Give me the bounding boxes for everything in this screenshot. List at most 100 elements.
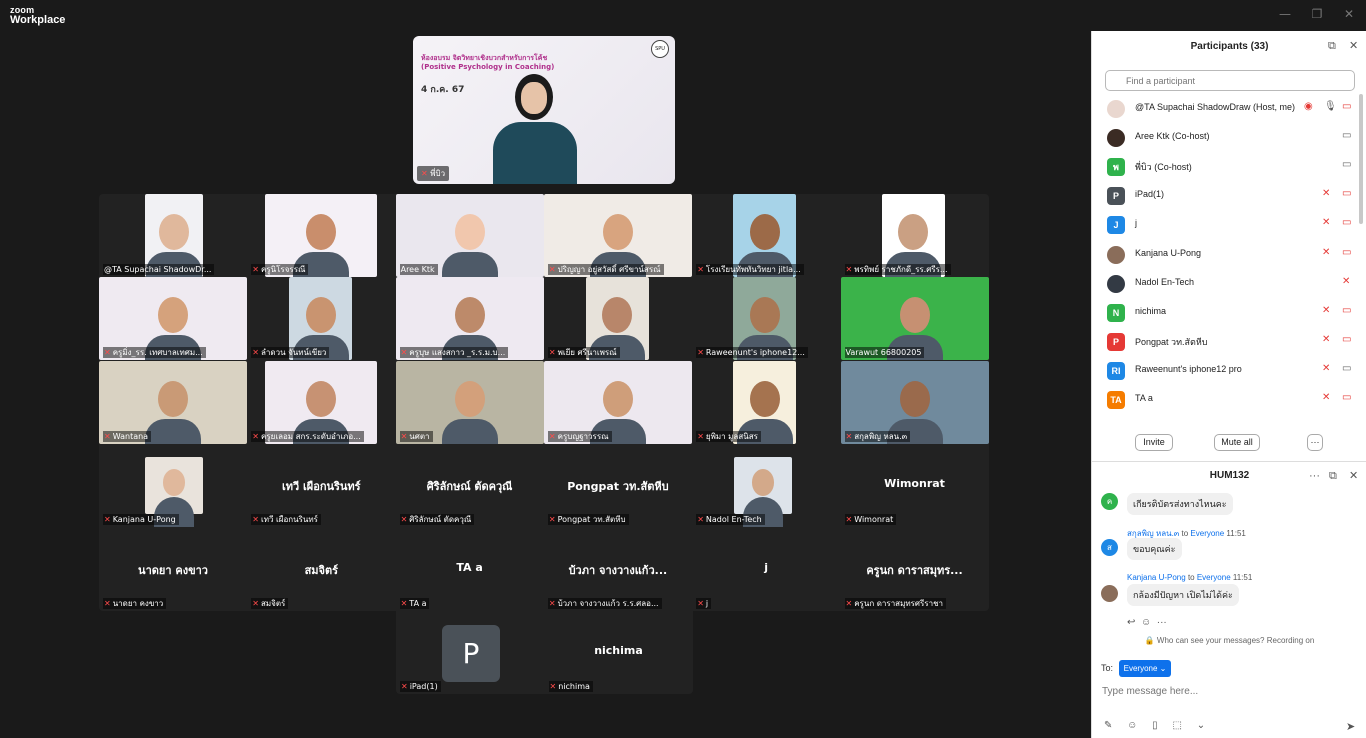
popout-icon[interactable]: ⧉ bbox=[1328, 31, 1336, 62]
recipient-name[interactable]: Everyone bbox=[1197, 573, 1231, 582]
video-tile[interactable]: สมจิตร์ ✕ สมจิตร์ bbox=[247, 528, 395, 611]
video-tile[interactable]: ✕ นศตา bbox=[395, 360, 544, 444]
participant-row[interactable]: PiPad(1) ✕ ▭ bbox=[1092, 181, 1366, 210]
mic-muted-icon[interactable]: ✕ bbox=[1322, 392, 1330, 403]
participant-row[interactable]: P Pongpat วท.สัตหีบ ✕ ▭ bbox=[1092, 327, 1366, 356]
close-icon[interactable]: ✕ bbox=[1342, 7, 1356, 21]
participant-name: Nadol En-Tech bbox=[1135, 276, 1195, 287]
participant-row[interactable]: Aree Ktk (Co-host) ▭ bbox=[1092, 123, 1366, 152]
participant-search-input[interactable] bbox=[1105, 70, 1355, 91]
chat-more-icon[interactable]: ··· bbox=[1309, 465, 1320, 487]
sender-name[interactable]: สกุลพิญ หลน.๓ bbox=[1127, 529, 1179, 538]
more-icon[interactable]: ··· bbox=[1157, 617, 1167, 628]
video-tile[interactable]: ครูนก ดาราสมุทร... ✕ ครูนก ดาราสมุทรศรีราช… bbox=[841, 528, 989, 611]
mic-muted-icon[interactable]: ✕ bbox=[1322, 363, 1330, 374]
zoom-logo: zoom Workplace bbox=[10, 5, 65, 26]
video-off-icon[interactable]: ▭ bbox=[1342, 101, 1351, 112]
video-tile[interactable]: ✕ ยุพิมา มูลสนิสร bbox=[692, 360, 840, 444]
video-tile[interactable]: บ้วภา จางวางแก้ว... ✕ บ้วภา จางวางแก้ว ร.ร… bbox=[544, 528, 692, 611]
screenshot-icon[interactable]: ⬚ bbox=[1172, 720, 1181, 731]
chat-popout-icon[interactable]: ⧉ bbox=[1329, 465, 1337, 487]
more-options-button[interactable]: ··· bbox=[1307, 434, 1323, 451]
share-date: 4 ก.ค. 67 bbox=[421, 85, 465, 95]
participant-row[interactable]: Kanjana U-Pong ✕ ▭ bbox=[1092, 240, 1366, 269]
video-tile[interactable]: ✕ ครูยเลอม สกร.ระดับอำเภอ... bbox=[247, 360, 395, 444]
video-icon[interactable]: ▭ bbox=[1342, 363, 1351, 374]
send-icon[interactable]: ➤ bbox=[1346, 720, 1355, 733]
participant-row[interactable]: TA TA a ✕ ▭ bbox=[1092, 385, 1366, 414]
video-tile[interactable]: ✕ ครูมิ่ง_รร. เทศบาลเทศม... bbox=[99, 277, 247, 361]
video-tile[interactable]: Varawut 66800205 bbox=[840, 277, 989, 361]
video-tile[interactable]: ✕ ครูบุษ แสงสกาว _ร.ร.ม.บ... bbox=[395, 277, 544, 361]
participant-row[interactable]: พ พี่บิว (Co-host) ▭ bbox=[1092, 152, 1366, 181]
reply-icon[interactable]: ↩ bbox=[1127, 617, 1135, 628]
video-tile[interactable]: ✕ โรงเรียนทัพทันวิทยา jitla... bbox=[692, 194, 840, 277]
video-tile[interactable]: ✕ ครูบญฐาวรรณ bbox=[543, 360, 692, 444]
video-off-icon[interactable]: ▭ bbox=[1342, 188, 1351, 199]
video-off-icon[interactable]: ▭ bbox=[1342, 305, 1351, 316]
video-tile[interactable]: P ✕ iPad(1) bbox=[396, 611, 544, 694]
mic-muted-icon[interactable]: ✕ bbox=[1322, 217, 1330, 228]
video-tile[interactable]: ✕ Kanjana U-Pong bbox=[99, 444, 247, 528]
emoji-icon[interactable]: ☺ bbox=[1127, 720, 1137, 731]
participant-row[interactable]: @TA Supachai ShadowDraw (Host, me) ◉ 🎙 ▭ bbox=[1092, 94, 1366, 123]
screen-share-thumbnail[interactable]: SPU ห้องอบรม จิตวิทยาเชิงบวกสำหรับการโค้… bbox=[413, 36, 675, 184]
video-tile[interactable]: ✕ ลำดวน จันทน์เขียว bbox=[247, 277, 395, 361]
video-tile[interactable]: นาดยา คงขาว ✕ นาดยา คงขาว bbox=[99, 528, 247, 611]
video-icon[interactable]: ▭ bbox=[1342, 159, 1351, 170]
video-off-icon[interactable]: ▭ bbox=[1342, 334, 1351, 345]
maximize-icon[interactable]: ❐ bbox=[1310, 7, 1324, 21]
video-tile[interactable]: ✕ Nadol En-Tech bbox=[692, 444, 840, 528]
visibility-note[interactable]: 🔒 Who can see your messages? Recording o… bbox=[1092, 636, 1366, 645]
chat-close-icon[interactable]: ✕ bbox=[1349, 465, 1358, 487]
participant-row[interactable]: Nadol En-Tech ✕ bbox=[1092, 269, 1366, 298]
video-tile[interactable]: @TA Supachai ShadowDr... bbox=[99, 194, 247, 277]
video-tile[interactable]: ✕ ครูนิโรจรรณี bbox=[247, 194, 395, 277]
invite-button[interactable]: Invite bbox=[1135, 434, 1173, 451]
close-panel-icon[interactable]: ✕ bbox=[1349, 31, 1358, 62]
participant-scrollbar[interactable] bbox=[1359, 94, 1363, 224]
mic-muted-icon[interactable]: ✕ bbox=[1342, 276, 1350, 287]
chevron-down-icon[interactable]: ⌄ bbox=[1197, 720, 1205, 731]
video-tile[interactable]: ✕ ปริญญา อยู่สวัสดิ์ ศรีขาน์สรณ์ bbox=[543, 194, 692, 277]
participant-name: Pongpat วท.สัตหีบ bbox=[1135, 336, 1208, 347]
recording-icon[interactable]: ◉ bbox=[1304, 101, 1313, 112]
mic-icon[interactable]: 🎙 bbox=[1324, 101, 1337, 112]
video-off-icon[interactable]: ▭ bbox=[1342, 217, 1351, 228]
video-icon[interactable]: ▭ bbox=[1342, 130, 1351, 141]
recipient-select[interactable]: Everyone ⌄ bbox=[1119, 660, 1171, 677]
chat-message-input[interactable] bbox=[1102, 681, 1352, 701]
video-tile[interactable]: ✕ พรทิพย์ ราชภักดี_รร.ศรีร... bbox=[841, 194, 989, 277]
participant-row[interactable]: Nnichima ✕ ▭ bbox=[1092, 298, 1366, 327]
video-tile[interactable]: ✕ Wantana bbox=[99, 360, 247, 444]
video-tile[interactable]: Pongpat วท.สัตหีบ ✕ Pongpat วท.สัตหีบ bbox=[544, 444, 692, 527]
participant-name: สมจิตร์ bbox=[261, 598, 286, 608]
mute-all-button[interactable]: Mute all bbox=[1214, 434, 1260, 451]
video-tile[interactable]: Aree Ktk bbox=[395, 194, 544, 277]
format-icon[interactable]: ✎ bbox=[1104, 720, 1112, 731]
participant-row[interactable]: Jj ✕ ▭ bbox=[1092, 210, 1366, 239]
mic-muted-icon[interactable]: ✕ bbox=[1322, 188, 1330, 199]
video-tile[interactable]: Wimonrat ✕ Wimonrat bbox=[841, 444, 989, 527]
recipient-name[interactable]: Everyone bbox=[1190, 529, 1224, 538]
video-tile[interactable]: ✕ Raweenunt's iphone12... bbox=[692, 277, 840, 361]
video-off-icon[interactable]: ▭ bbox=[1342, 247, 1351, 258]
video-tile[interactable]: ศิริลักษณ์ ตัดควุณี ✕ ศิริลักษณ์ ตัดควุณี bbox=[396, 444, 544, 527]
emoji-reaction-icon[interactable]: ☺ bbox=[1141, 617, 1151, 628]
sender-name[interactable]: Kanjana U-Pong bbox=[1127, 573, 1186, 582]
mic-muted-icon[interactable]: ✕ bbox=[1322, 334, 1330, 345]
mic-muted-icon[interactable]: ✕ bbox=[1322, 305, 1330, 316]
minimize-icon[interactable]: — bbox=[1278, 7, 1292, 21]
video-tile[interactable]: ✕ สกุลพิญ หลน.๓ bbox=[840, 360, 989, 444]
avatar: N bbox=[1107, 303, 1125, 322]
video-tile[interactable]: ✕ พเยีย ศรีนาเพรณ์ bbox=[544, 277, 692, 361]
video-tile[interactable]: TA a ✕ TA a bbox=[396, 528, 544, 611]
video-tile[interactable]: nichima ✕ nichima bbox=[545, 611, 693, 694]
video-tile[interactable]: j ✕ j bbox=[692, 528, 840, 611]
video-off-icon[interactable]: ▭ bbox=[1342, 392, 1351, 403]
participant-row[interactable]: RI Raweenunt's iphone12 pro ✕ ▭ bbox=[1092, 356, 1366, 385]
mic-muted-icon[interactable]: ✕ bbox=[1322, 247, 1330, 258]
participant-body bbox=[441, 418, 498, 444]
file-icon[interactable]: ▯ bbox=[1152, 720, 1158, 731]
video-tile[interactable]: เทวี เผือกนรินทร์ ✕ เทวี เผือกนรินทร์ bbox=[247, 444, 395, 527]
